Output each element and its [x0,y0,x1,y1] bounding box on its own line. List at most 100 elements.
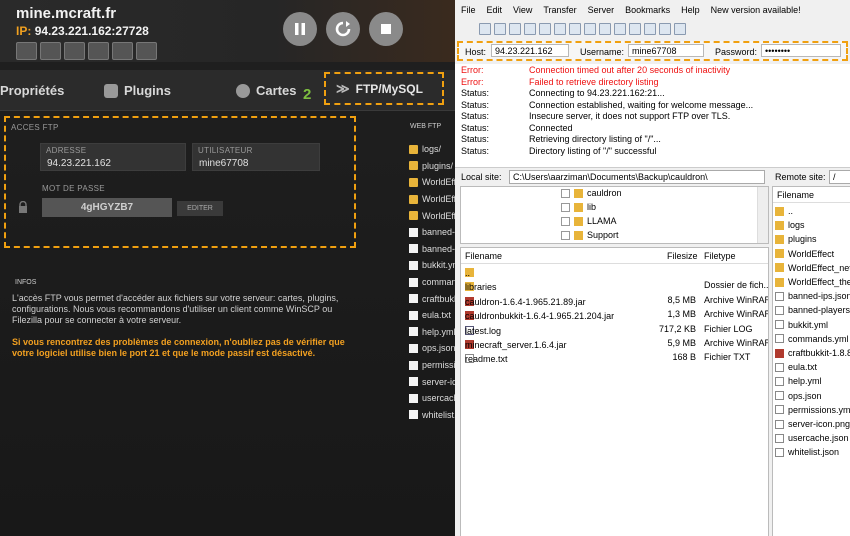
webftp-item[interactable]: ops.json [409,340,455,357]
toggle-remote-tree-icon[interactable] [524,23,536,35]
transfer-queue-icon[interactable] [539,23,551,35]
list-item[interactable]: eula.txt [775,360,817,374]
remote-site-input[interactable]: / [829,170,850,184]
process-queue-icon[interactable] [569,23,581,35]
menu-item[interactable]: Transfer [537,5,581,19]
list-item[interactable]: craftbukkit-1.8.8.jar [775,346,850,360]
table-row[interactable]: cauldron-1.6.4-1.965.21.89.jar 8,5 MB Arch… [461,293,768,307]
reconnect-icon[interactable] [614,23,626,35]
list-item[interactable]: server-icon.png [775,417,850,431]
list-item[interactable]: usercache.json [775,431,849,445]
menu-item[interactable]: Help [675,5,705,19]
list-item[interactable]: WorldEffect_nether [775,261,850,275]
tree-item[interactable]: lib [561,200,596,214]
tree-item[interactable]: cauldron [561,187,622,200]
list-item[interactable]: whitelist.json [775,445,839,459]
tab-maps[interactable]: Cartes [236,83,296,98]
menu-item[interactable]: New version available! [705,5,806,19]
edit-password-button[interactable]: EDITER [177,201,223,216]
expand-icon[interactable] [561,188,570,198]
webftp-item[interactable]: plugins/ [409,158,455,175]
username-input[interactable]: mine67708 [628,44,704,57]
list-item[interactable]: help.yml [775,374,822,388]
password-input[interactable]: •••••••• [761,44,841,57]
toggle-log-icon[interactable] [494,23,506,35]
console-icon[interactable] [16,42,37,60]
local-site-input[interactable]: C:\Users\aarziman\Documents\Backup\cauld… [509,170,765,184]
list-item[interactable]: plugins [775,232,817,246]
list-item[interactable]: permissions.yml [775,403,850,417]
table-row[interactable]: latest.log 717,2 KB Fichier LOG [461,322,768,336]
menu-item[interactable]: Bookmarks [619,5,675,19]
list-item[interactable]: .. [775,204,793,218]
disconnect-icon[interactable] [599,23,611,35]
list-item[interactable]: banned-ips.json [775,289,850,303]
webftp-item[interactable]: whitelist.json [409,407,455,424]
file-name: minecraft_server.1.6.4.jar [465,340,567,350]
menu-item[interactable]: File [455,5,481,19]
expand-icon[interactable] [561,202,570,212]
remote-col-filename[interactable]: Filename [777,190,814,200]
webftp-item[interactable]: logs/ [409,141,455,158]
cancel-icon[interactable] [584,23,596,35]
monitor-icon[interactable] [136,42,157,60]
map-icon[interactable] [40,42,61,60]
webftp-item[interactable]: permissions.yml [409,357,455,374]
webftp-item[interactable]: WorldEffect_nether/ [409,191,455,208]
restart-button[interactable] [326,12,360,46]
tab-properties[interactable]: Propriétés [0,83,64,98]
list-item[interactable]: ops.json [775,389,822,403]
menu-item[interactable]: View [507,5,537,19]
list-item[interactable]: bukkit.yml [775,318,828,332]
col-filesize[interactable]: Filesize [667,251,698,261]
webftp-item[interactable]: banned-ips.json [409,224,455,241]
webftp-item[interactable]: help.yml [409,324,455,341]
compare-icon[interactable] [659,23,671,35]
list-item[interactable]: WorldEffect_the_end [775,275,850,289]
webftp-item[interactable]: bukkit.yml [409,257,455,274]
search-icon[interactable] [112,42,133,60]
list-item[interactable]: WorldEffect [775,247,834,261]
col-filetype[interactable]: Filetype [704,251,736,261]
menu-item[interactable]: Server [582,5,620,19]
webftp-item[interactable]: commands.yml [409,274,455,291]
tree-scrollbar[interactable] [757,187,768,243]
players-icon[interactable] [64,42,85,60]
webftp-item[interactable]: craftbukkit-1.8.jar [409,290,455,307]
col-filename[interactable]: Filename [465,251,502,261]
list-icon[interactable] [88,42,109,60]
webftp-item[interactable]: eula.txt [409,307,455,324]
webftp-item[interactable]: usercache.json [409,390,455,407]
pause-button[interactable] [283,12,317,46]
webftp-item[interactable]: WorldEffect_the_end/ [409,207,455,224]
table-row[interactable]: .. [461,264,768,278]
toggle-tree-icon[interactable] [509,23,521,35]
webftp-item[interactable]: server-icon.png [409,373,455,390]
sync-browsing-icon[interactable] [644,23,656,35]
tree-item[interactable]: Support [561,228,619,242]
webftp-item[interactable]: banned-players.json [409,241,455,258]
host-input[interactable]: 94.23.221.162 [491,44,569,57]
tab-plugins[interactable]: Plugins [104,83,171,98]
log-row: Error: Failed to retrieve directory listi… [461,77,659,89]
refresh-icon[interactable] [554,23,566,35]
table-row[interactable]: libraries Dossier de fich... [461,278,768,292]
expand-icon[interactable] [561,216,570,226]
ftp-password-field[interactable]: 4gHGYZB7 [42,198,172,217]
table-row[interactable]: readme.txt 168 B Fichier TXT [461,350,768,364]
site-manager-icon[interactable] [479,23,491,35]
table-row[interactable]: cauldronbukkit-1.6.4-1.965.21.204.jar 1,3… [461,307,768,321]
stop-button[interactable] [369,12,403,46]
expand-icon[interactable] [561,230,570,240]
list-item[interactable]: commands.yml [775,332,849,346]
tree-item[interactable]: LLAMA [561,214,617,228]
list-item[interactable]: banned-players.json [775,303,850,317]
webftp-item[interactable]: WorldEffect/ [409,174,455,191]
list-item[interactable]: logs [775,218,805,232]
tab-ftp[interactable]: ≫ FTP/MySQL [324,72,444,105]
filter-icon[interactable] [629,23,641,35]
table-row[interactable]: minecraft_server.1.6.4.jar 5,9 MB Archive … [461,336,768,350]
binoculars-icon[interactable] [674,23,686,35]
ftp-address-label: ADRESSE [46,146,87,155]
menu-item[interactable]: Edit [481,5,508,19]
